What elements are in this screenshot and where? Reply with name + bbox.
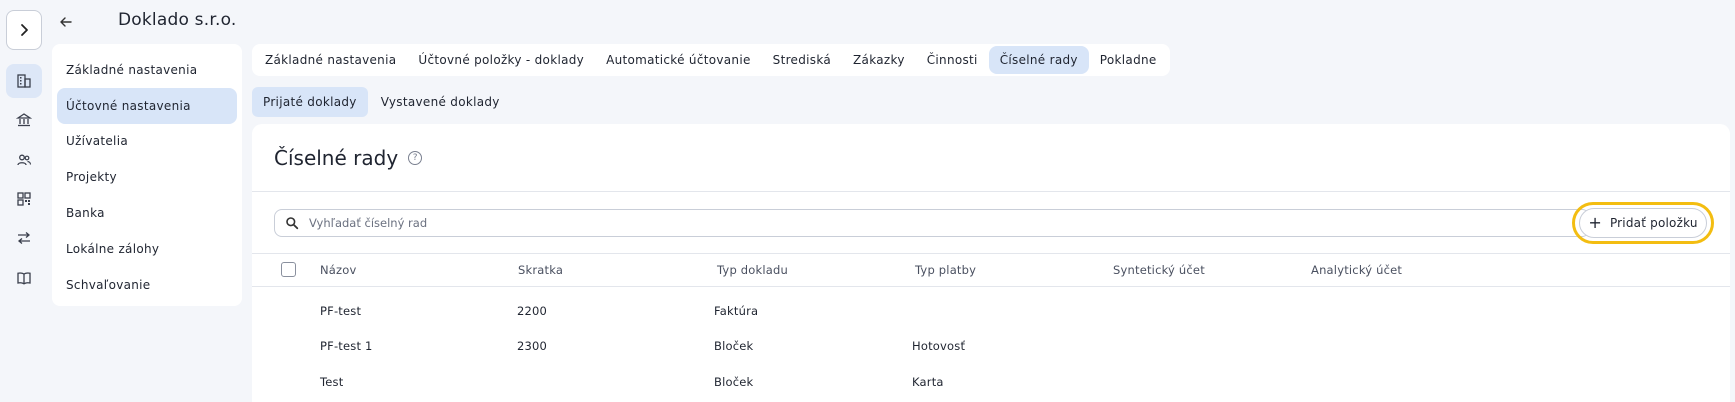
help-icon[interactable]: ? [408, 151, 423, 165]
cell-document-type: Bloček [714, 339, 754, 353]
column-header-name[interactable]: Názov [320, 263, 357, 277]
tab-activities[interactable]: Činnosti [916, 46, 989, 74]
table-row[interactable]: PF-test 2200 Faktúra [252, 293, 1730, 328]
chevron-right-icon[interactable] [6, 10, 42, 50]
page-title: Číselné rady ? [274, 146, 423, 170]
table-header: Názov Skratka Typ dokladu Typ platby Syn… [252, 254, 1730, 286]
select-all-checkbox[interactable] [281, 262, 296, 277]
settings-item-basic[interactable]: Základné nastavenia [57, 52, 237, 88]
column-header-document-type[interactable]: Typ dokladu [717, 263, 788, 277]
add-item-label: Pridať položku [1609, 216, 1698, 230]
back-arrow-icon[interactable] [58, 12, 74, 32]
subtab-issued-documents[interactable]: Vystavené doklady [370, 87, 511, 117]
cell-name: PF-test [320, 304, 362, 318]
plus-icon: + [1588, 213, 1602, 232]
column-header-payment-type[interactable]: Typ platby [915, 263, 976, 277]
search-icon [286, 217, 299, 230]
add-button-highlight: + Pridať položku [1572, 202, 1714, 244]
settings-item-users[interactable]: Užívatelia [57, 124, 237, 160]
divider [252, 191, 1730, 192]
settings-nav: Základné nastavenia Účtovné nastavenia U… [52, 44, 242, 306]
divider [252, 286, 1730, 287]
column-header-analytic-account[interactable]: Analytický účet [1311, 263, 1402, 277]
settings-item-bank[interactable]: Banka [57, 195, 237, 231]
tab-automatic-accounting[interactable]: Automatické účtovanie [595, 46, 762, 74]
tab-basic-settings[interactable]: Základné nastavenia [254, 46, 407, 74]
tab-orders[interactable]: Zákazky [842, 46, 916, 74]
search-bar[interactable] [274, 209, 1590, 237]
users-icon[interactable] [6, 143, 42, 177]
book-icon[interactable] [6, 261, 42, 295]
cell-document-type: Bloček [714, 375, 754, 389]
company-name: Doklado s.r.o. [118, 10, 237, 30]
number-series-panel: Číselné rady ? + Pridať položku Názov Sk… [252, 124, 1730, 402]
settings-item-accounting[interactable]: Účtovné nastavenia [57, 87, 237, 124]
column-header-synthetic-account[interactable]: Syntetický účet [1113, 263, 1205, 277]
tab-cost-centers[interactable]: Strediská [762, 46, 842, 74]
cell-name: PF-test 1 [320, 339, 373, 353]
tab-number-series[interactable]: Číselné rady [988, 46, 1089, 74]
cell-abbreviation: 2200 [517, 304, 548, 318]
building-icon[interactable] [6, 64, 42, 98]
search-input[interactable] [309, 216, 1509, 230]
qr-code-icon[interactable] [6, 182, 42, 216]
table-row[interactable]: PF-test 1 2300 Bloček Hotovosť [252, 328, 1730, 363]
bank-icon[interactable] [6, 103, 42, 137]
column-header-abbreviation[interactable]: Skratka [518, 263, 563, 277]
cell-payment-type: Karta [912, 375, 944, 389]
settings-item-projects[interactable]: Projekty [57, 159, 237, 195]
table-row[interactable]: Test Bloček Karta [252, 364, 1730, 399]
cell-abbreviation: 2300 [517, 339, 548, 353]
tab-cash-registers[interactable]: Pokladne [1089, 46, 1168, 74]
accounting-tabs: Základné nastavenia Účtovné položky - do… [252, 44, 1170, 76]
transfer-arrows-icon[interactable] [6, 221, 42, 255]
subtab-received-documents[interactable]: Prijaté doklady [252, 87, 368, 117]
settings-item-approval[interactable]: Schvaľovanie [57, 267, 237, 303]
document-subtabs: Prijaté doklady Vystavené doklady [252, 87, 513, 117]
cell-name: Test [320, 375, 344, 389]
page-title-text: Číselné rady [274, 146, 399, 170]
icon-rail [0, 0, 48, 402]
cell-document-type: Faktúra [714, 304, 759, 318]
add-item-button[interactable]: + Pridať položku [1579, 208, 1707, 238]
settings-item-local-backups[interactable]: Lokálne zálohy [57, 231, 237, 267]
cell-payment-type: Hotovosť [912, 339, 966, 353]
tab-accounting-items[interactable]: Účtovné položky - doklady [407, 46, 595, 74]
